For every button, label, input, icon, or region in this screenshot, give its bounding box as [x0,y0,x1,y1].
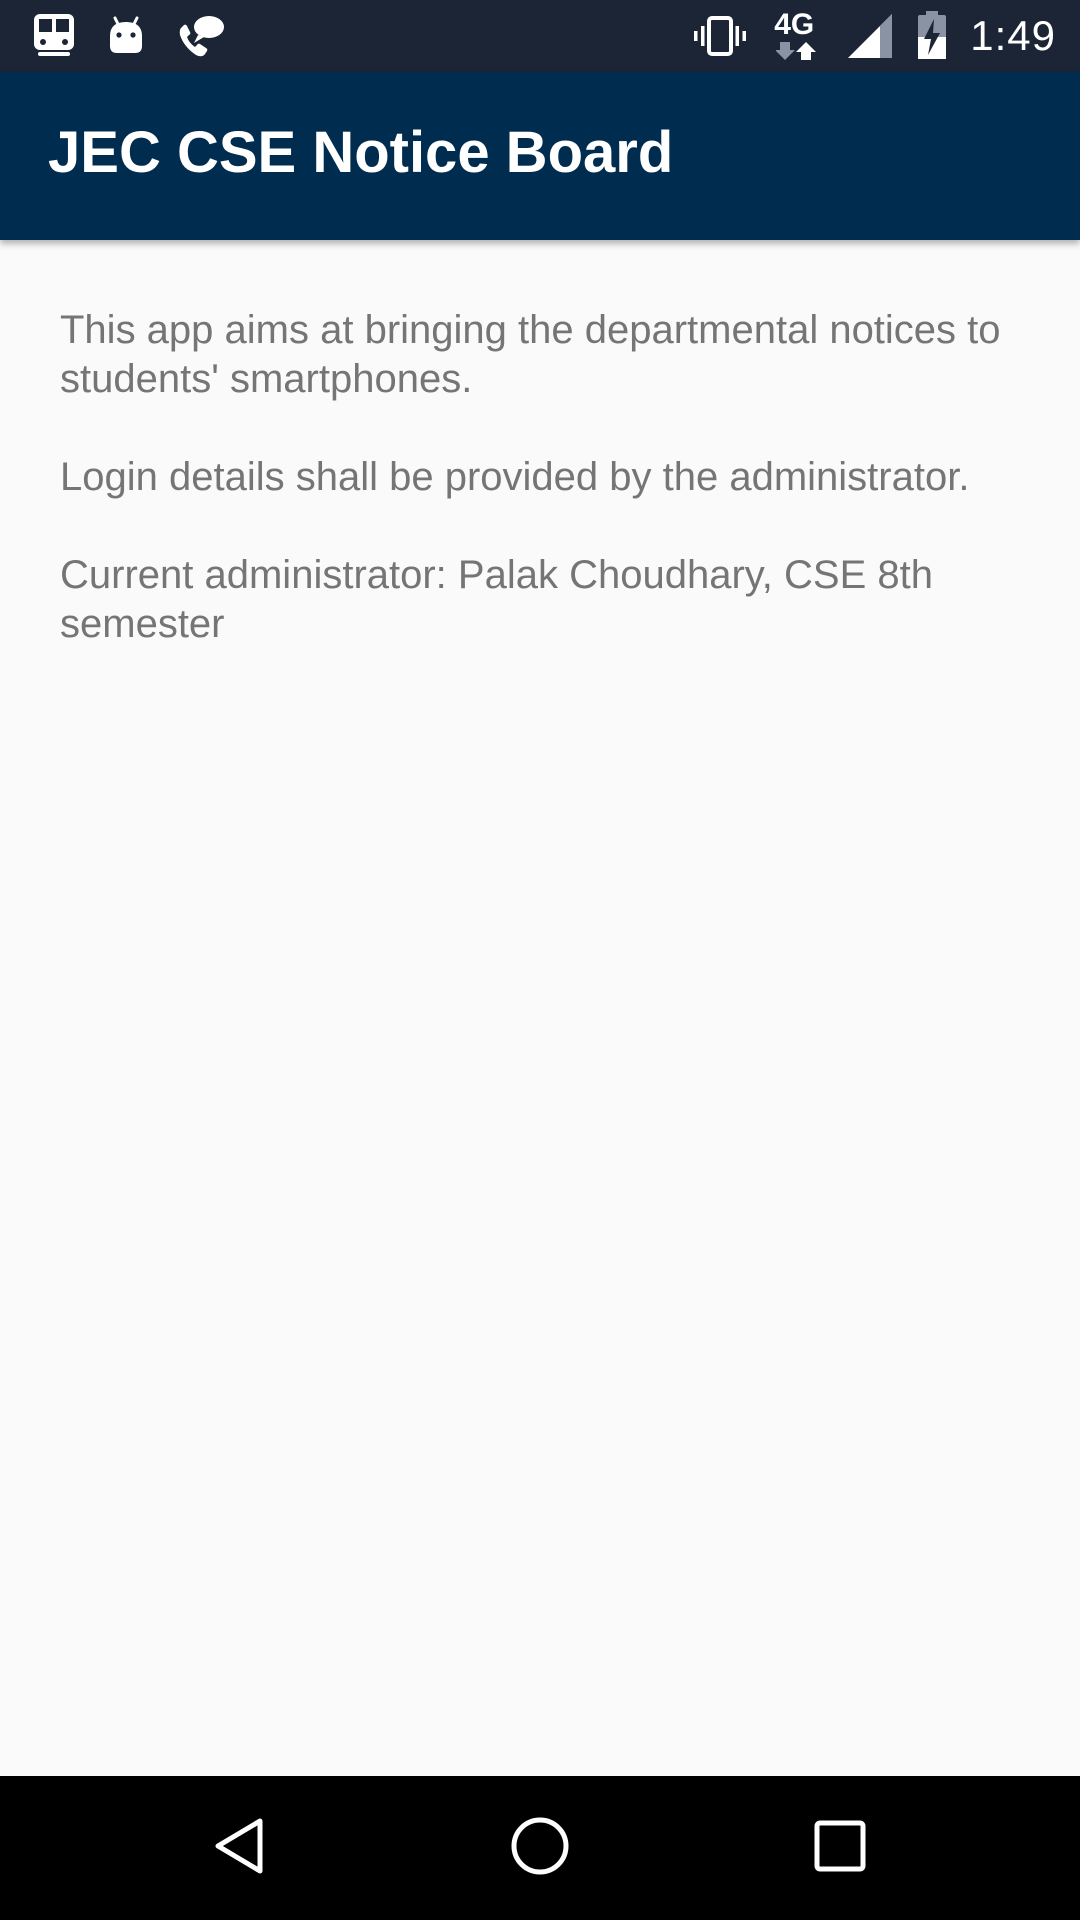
phone-chat-icon [176,13,226,59]
clock: 1:49 [970,12,1056,59]
screen: 4G 1:49 JEC CSE Notice Board This app ai… [0,0,1080,1920]
status-bar: 4G 1:49 [0,0,1080,72]
network-type-label: 4G [774,8,815,41]
battery-charging-icon [916,11,948,61]
signal-icon [846,12,894,60]
navigation-bar [0,1776,1080,1920]
login-info-paragraph: Login details shall be provided by the a… [60,455,970,499]
android-icon [106,16,146,56]
recents-button[interactable] [804,1812,876,1884]
about-content: This app aims at bringing the department… [0,240,1080,1776]
vibrate-icon [692,14,748,58]
app-bar: JEC CSE Notice Board [0,72,1080,240]
description-paragraph: This app aims at bringing the department… [60,308,1001,401]
back-icon [212,1816,268,1881]
home-button[interactable] [504,1812,576,1884]
about-text: This app aims at bringing the department… [60,306,1020,698]
home-icon [509,1815,571,1882]
train-icon [32,12,76,60]
back-button[interactable] [204,1812,276,1884]
network-4g-icon: 4G [770,10,824,62]
notification-icons [32,12,226,60]
app-title: JEC CSE Notice Board [48,120,674,185]
system-icons: 4G 1:49 [692,8,1056,64]
administrator-paragraph: Current administrator: Palak Choudhary, … [60,553,933,646]
recents-icon [813,1819,867,1878]
